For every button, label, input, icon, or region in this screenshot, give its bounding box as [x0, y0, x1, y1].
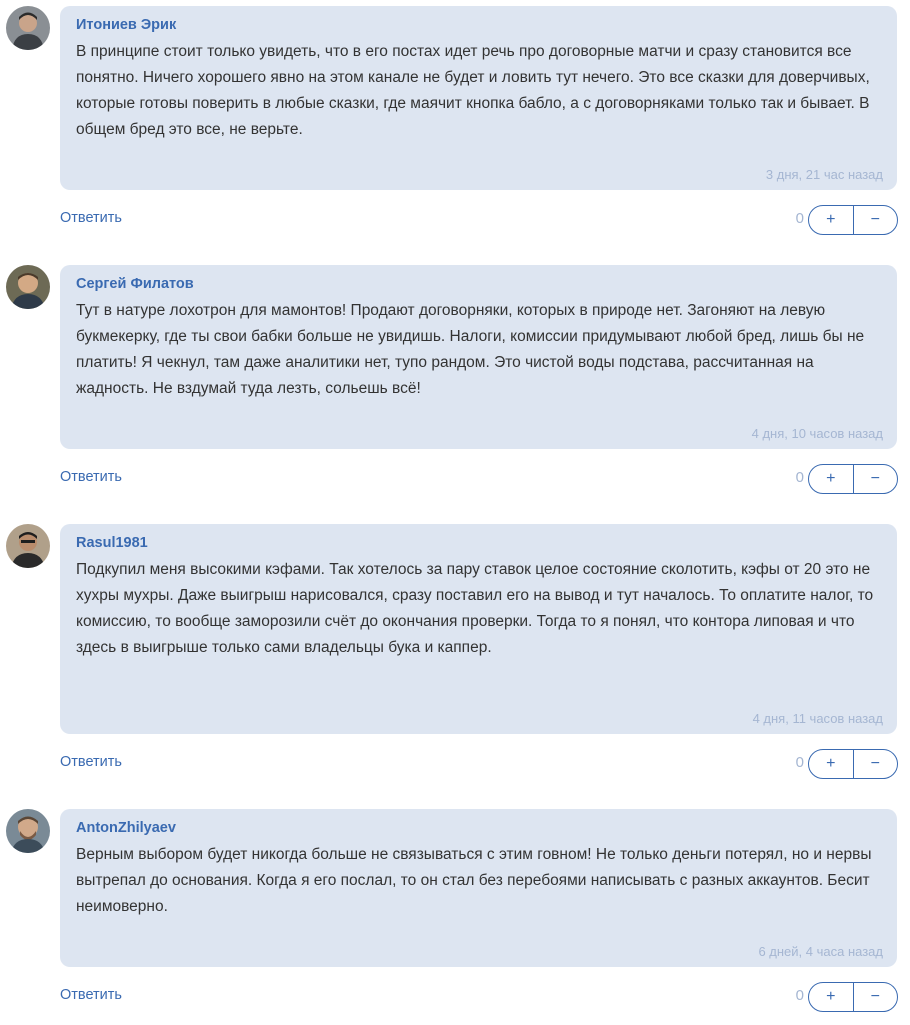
comment-bubble: AntonZhilyaev Верным выбором будет никог… [60, 809, 897, 967]
comment-timestamp: 3 дня, 21 час назад [765, 167, 883, 182]
vote-control: 0 + − [768, 982, 898, 1012]
reply-link[interactable]: Ответить [60, 987, 122, 1003]
upvote-button[interactable]: + [809, 750, 853, 778]
avatar[interactable] [6, 524, 50, 568]
comment-timestamp: 4 дня, 10 часов назад [751, 426, 883, 441]
avatar[interactable] [6, 6, 50, 50]
reply-link[interactable]: Ответить [60, 754, 122, 770]
comment-author[interactable]: Итониев Эрик [76, 15, 883, 35]
vote-control: 0 + − [768, 749, 898, 779]
comments-list: Итониев Эрик В принципе стоит только уви… [0, 0, 910, 1025]
comment-timestamp: 4 дня, 11 часов назад [752, 711, 883, 726]
comment-text: Тут в натуре лохотрон для мамонтов! Прод… [76, 302, 865, 397]
avatar[interactable] [6, 809, 50, 853]
vote-score: 0 [795, 754, 804, 771]
downvote-button[interactable]: − [852, 465, 898, 493]
upvote-button[interactable]: + [809, 206, 853, 234]
comment-text: Верным выбором будет никогда больше не с… [76, 846, 872, 915]
avatar[interactable] [6, 265, 50, 309]
vote-buttons: + − [808, 982, 898, 1012]
downvote-button[interactable]: − [852, 750, 898, 778]
vote-buttons: + − [808, 749, 898, 779]
vote-control: 0 + − [768, 205, 898, 235]
comment-text: В принципе стоит только увидеть, что в е… [76, 43, 870, 138]
upvote-button[interactable]: + [809, 465, 853, 493]
vote-buttons: + − [808, 205, 898, 235]
upvote-button[interactable]: + [809, 983, 853, 1011]
downvote-button[interactable]: − [852, 206, 898, 234]
vote-score: 0 [795, 987, 804, 1004]
comment-author[interactable]: Rasul1981 [76, 533, 883, 553]
comment-bubble: Сергей Филатов Тут в натуре лохотрон для… [60, 265, 897, 449]
vote-score: 0 [795, 210, 804, 227]
vote-buttons: + − [808, 464, 898, 494]
comment-bubble: Rasul1981 Подкупил меня высокими кэфами.… [60, 524, 897, 734]
comment-text: Подкупил меня высокими кэфами. Так хотел… [76, 561, 874, 656]
reply-link[interactable]: Ответить [60, 210, 122, 226]
downvote-button[interactable]: − [852, 983, 898, 1011]
comment-bubble: Итониев Эрик В принципе стоит только уви… [60, 6, 897, 190]
reply-link[interactable]: Ответить [60, 469, 122, 485]
comment-timestamp: 6 дней, 4 часа назад [758, 944, 883, 959]
comment-author[interactable]: Сергей Филатов [76, 274, 883, 294]
vote-control: 0 + − [768, 464, 898, 494]
comment-author[interactable]: AntonZhilyaev [76, 818, 883, 838]
vote-score: 0 [795, 469, 804, 486]
